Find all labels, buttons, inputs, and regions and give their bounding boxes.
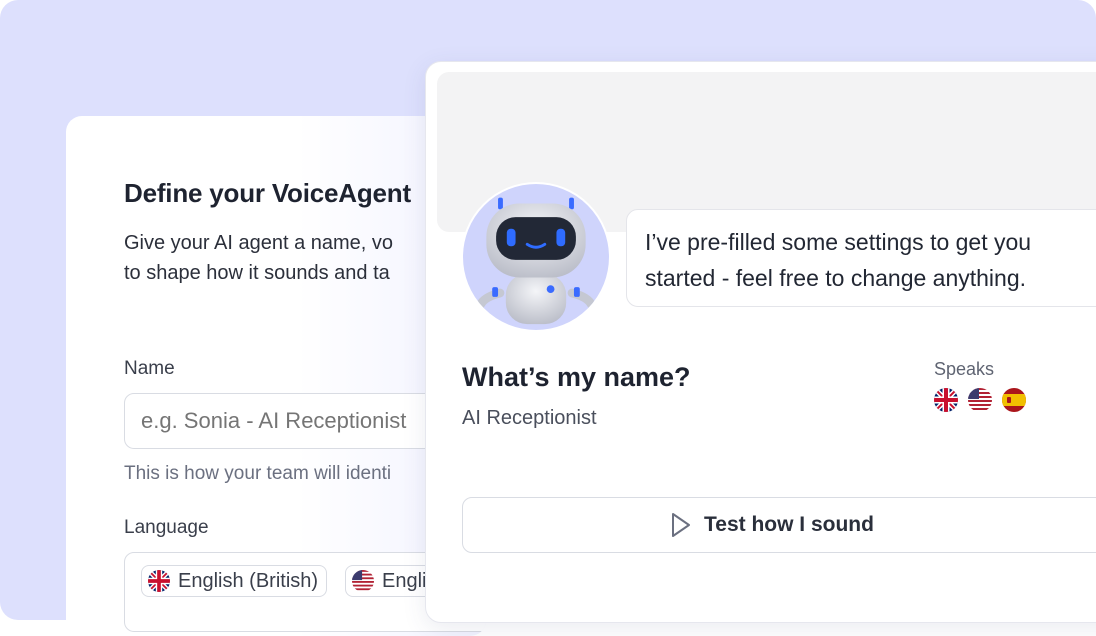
us-flag-icon: [352, 570, 374, 592]
agent-message-bubble: I’ve pre-filled some settings to get you…: [626, 209, 1096, 307]
define-title: Define your VoiceAgent: [124, 178, 411, 208]
language-chip-label: English (British): [178, 569, 319, 592]
name-label: Name: [124, 358, 175, 379]
agent-name-heading: What’s my name?: [462, 362, 691, 392]
play-icon: [670, 512, 692, 538]
define-description-line-1: Give your AI agent a name, vo: [124, 232, 394, 254]
agent-preview-card: I’ve pre-filled some settings to get you…: [425, 61, 1096, 623]
define-description-line-2: to shape how it sounds and ta: [124, 262, 390, 284]
agent-message-line-1: I’ve pre-filled some settings to get you: [645, 229, 1032, 255]
define-description: Give your AI agent a name, vo to shape h…: [124, 228, 393, 288]
speaks-label: Speaks: [934, 359, 995, 379]
us-flag-icon: [968, 388, 992, 412]
agent-message-line-2: started - feel free to change anything.: [645, 265, 1027, 291]
speaks-flags: [934, 388, 1026, 412]
name-helper-text: This is how your team will identi: [124, 463, 392, 484]
language-label: Language: [124, 517, 209, 538]
uk-flag-icon: [148, 570, 170, 592]
test-voice-button-label: Test how I sound: [704, 513, 874, 536]
robot-icon: [476, 197, 596, 325]
robot-avatar: [461, 182, 611, 332]
test-voice-button[interactable]: Test how I sound: [462, 497, 1096, 553]
agent-role: AI Receptionist: [462, 407, 597, 429]
uk-flag-icon: [934, 388, 958, 412]
spain-flag-icon: [1002, 388, 1026, 412]
language-chip-english-british[interactable]: English (British): [141, 565, 328, 597]
define-voiceagent-card: Define your VoiceAgent Give your AI agen…: [66, 116, 486, 636]
